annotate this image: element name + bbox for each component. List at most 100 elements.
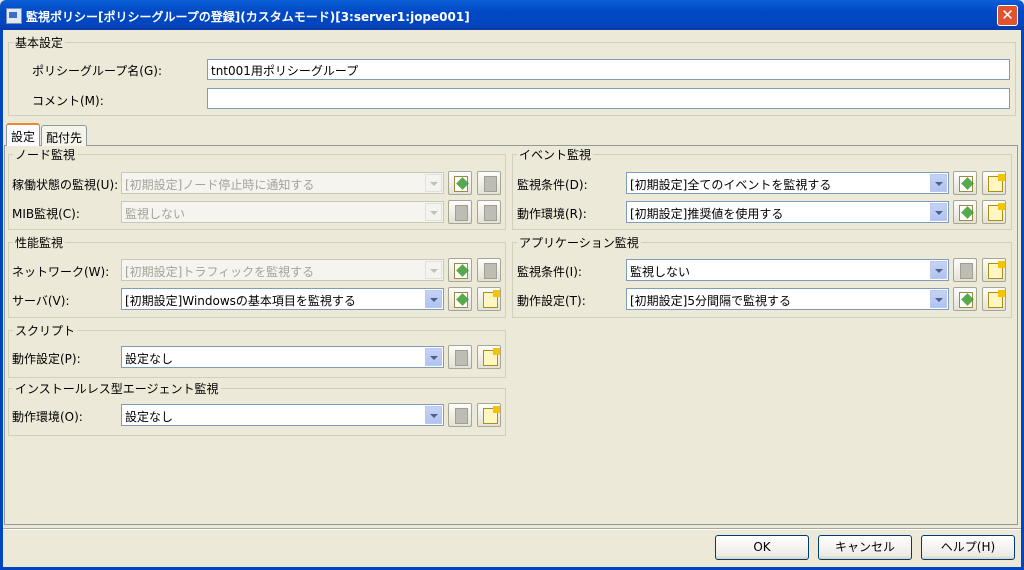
new-button[interactable] bbox=[982, 200, 1006, 224]
new-button-disabled bbox=[477, 200, 501, 224]
edit-button-disabled bbox=[953, 258, 977, 282]
footer-separator bbox=[3, 528, 1021, 530]
event-combo-value: [初期設定]推奨値を使用する bbox=[630, 207, 784, 221]
edit-document-icon bbox=[959, 205, 973, 221]
edit-button[interactable] bbox=[953, 200, 977, 224]
edit-button-disabled bbox=[448, 200, 472, 224]
edit-button-disabled bbox=[448, 345, 472, 369]
node-combo: 監視しない bbox=[121, 201, 444, 223]
event-combo[interactable]: [初期設定]推奨値を使用する bbox=[626, 201, 949, 223]
new-button[interactable] bbox=[982, 287, 1006, 311]
event-combo-value: [初期設定]全てのイベントを監視する bbox=[630, 178, 832, 192]
edit-button[interactable] bbox=[953, 171, 977, 195]
perf-combo-value: [初期設定]Windowsの基本項目を監視する bbox=[125, 294, 356, 308]
new-button[interactable] bbox=[477, 287, 501, 311]
event-row-label: 監視条件(D): bbox=[517, 178, 588, 192]
edit-button[interactable] bbox=[953, 287, 977, 311]
tab-distribution[interactable]: 配付先 bbox=[41, 125, 87, 146]
node-row-label: MIB監視(C): bbox=[12, 207, 80, 221]
perf-combo: [初期設定]トラフィックを監視する bbox=[121, 259, 444, 281]
edit-button[interactable] bbox=[448, 287, 472, 311]
perf-row-label: ネットワーク(W): bbox=[12, 265, 110, 279]
new-button-disabled bbox=[477, 171, 501, 195]
chevron-down-icon[interactable] bbox=[930, 203, 947, 221]
new-document-icon bbox=[483, 290, 500, 308]
new-document-icon bbox=[988, 174, 1005, 192]
perf-legend: 性能監視 bbox=[15, 236, 64, 250]
chevron-down-icon bbox=[425, 174, 442, 192]
chevron-down-icon[interactable] bbox=[930, 290, 947, 308]
app-row-label: 動作設定(T): bbox=[517, 294, 586, 308]
app-combo[interactable]: 監視しない bbox=[626, 259, 949, 281]
document-icon bbox=[960, 263, 973, 279]
chevron-down-icon[interactable] bbox=[425, 406, 442, 424]
app-row-label: 監視条件(I): bbox=[517, 265, 582, 279]
app-combo-value: 監視しない bbox=[630, 265, 691, 279]
edit-document-icon bbox=[454, 176, 468, 192]
comment-field[interactable] bbox=[207, 88, 1010, 109]
agentless-row-label: 動作環境(O): bbox=[12, 410, 83, 424]
comment-label: コメント(M): bbox=[32, 94, 104, 108]
edit-document-icon bbox=[454, 292, 468, 308]
cancel-button[interactable]: キャンセル bbox=[818, 535, 912, 560]
script-combo-value: 設定なし bbox=[125, 352, 174, 366]
event-row-label: 動作環境(R): bbox=[517, 207, 587, 221]
agentless-legend: インストールレス型エージェント監視 bbox=[15, 382, 219, 396]
node-combo-value: [初期設定]ノード停止時に通知する bbox=[125, 178, 315, 192]
perf-row-label: サーバ(V): bbox=[12, 294, 70, 308]
app-combo-value: [初期設定]5分間隔で監視する bbox=[630, 294, 791, 308]
help-button[interactable]: ヘルプ(H) bbox=[921, 535, 1015, 560]
new-button[interactable] bbox=[982, 258, 1006, 282]
chevron-down-icon bbox=[425, 203, 442, 221]
new-button[interactable] bbox=[982, 171, 1006, 195]
new-document-icon bbox=[988, 290, 1005, 308]
document-icon bbox=[484, 205, 497, 221]
node-combo-value: 監視しない bbox=[125, 207, 186, 221]
chevron-down-icon[interactable] bbox=[930, 174, 947, 192]
title-bar: 監視ポリシー[ポリシーグループの登録](カスタムモード)[3:server1:j… bbox=[0, 0, 1024, 30]
node-combo: [初期設定]ノード停止時に通知する bbox=[121, 172, 444, 194]
event-combo[interactable]: [初期設定]全てのイベントを監視する bbox=[626, 172, 949, 194]
node-row-label: 稼働状態の監視(U): bbox=[12, 178, 119, 192]
script-row-label: 動作設定(P): bbox=[12, 352, 81, 366]
policy-group-name-field[interactable]: tnt001用ポリシーグループ bbox=[207, 59, 1010, 80]
node-legend: ノード監視 bbox=[15, 148, 76, 162]
new-document-icon bbox=[988, 261, 1005, 279]
new-button-disabled bbox=[477, 258, 501, 282]
document-icon bbox=[455, 205, 468, 221]
script-legend: スクリプト bbox=[15, 324, 76, 338]
new-button[interactable] bbox=[477, 345, 501, 369]
document-icon bbox=[455, 408, 468, 424]
new-document-icon bbox=[988, 203, 1005, 221]
script-combo[interactable]: 設定なし bbox=[121, 346, 444, 368]
perf-combo-value: [初期設定]トラフィックを監視する bbox=[125, 265, 315, 279]
ok-button[interactable]: OK bbox=[715, 535, 809, 560]
new-button[interactable] bbox=[477, 403, 501, 427]
app-icon bbox=[6, 8, 22, 24]
chevron-down-icon[interactable] bbox=[425, 348, 442, 366]
chevron-down-icon[interactable] bbox=[930, 261, 947, 279]
chevron-down-icon[interactable] bbox=[425, 290, 442, 308]
document-icon bbox=[484, 176, 497, 192]
edit-button-disabled bbox=[448, 403, 472, 427]
edit-document-icon bbox=[959, 292, 973, 308]
basic-settings-legend: 基本設定 bbox=[15, 36, 64, 50]
edit-button[interactable] bbox=[448, 171, 472, 195]
edit-button[interactable] bbox=[448, 258, 472, 282]
tab-settings[interactable]: 設定 bbox=[6, 123, 40, 146]
edit-document-icon bbox=[454, 263, 468, 279]
app-combo[interactable]: [初期設定]5分間隔で監視する bbox=[626, 288, 949, 310]
document-icon bbox=[484, 263, 497, 279]
close-button[interactable]: ✕ bbox=[997, 5, 1018, 26]
new-document-icon bbox=[483, 406, 500, 424]
agentless-combo-value: 設定なし bbox=[125, 410, 174, 424]
policy-group-name-label: ポリシーグループ名(G): bbox=[32, 64, 162, 78]
app-legend: アプリケーション監視 bbox=[519, 236, 639, 250]
edit-document-icon bbox=[959, 176, 973, 192]
window-title: 監視ポリシー[ポリシーグループの登録](カスタムモード)[3:server1:j… bbox=[26, 10, 470, 24]
chevron-down-icon bbox=[425, 261, 442, 279]
new-document-icon bbox=[483, 348, 500, 366]
document-icon bbox=[455, 350, 468, 366]
agentless-combo[interactable]: 設定なし bbox=[121, 404, 444, 426]
perf-combo[interactable]: [初期設定]Windowsの基本項目を監視する bbox=[121, 288, 444, 310]
